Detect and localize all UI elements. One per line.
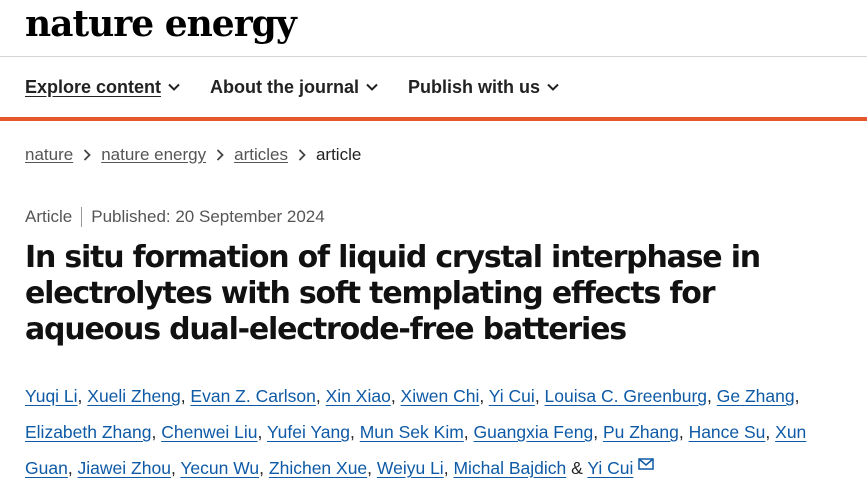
author-link[interactable]: Pu Zhang: [603, 422, 679, 442]
author-separator: ,: [390, 386, 401, 406]
author-separator: ,: [315, 386, 326, 406]
breadcrumb-articles[interactable]: articles: [234, 144, 288, 166]
author-link[interactable]: Elizabeth Zhang: [25, 422, 151, 442]
author-link[interactable]: Zhichen Xue: [269, 458, 367, 478]
author-link[interactable]: Louisa C. Greenburg: [545, 386, 707, 406]
author-separator: ,: [77, 386, 88, 406]
article-type: Article: [25, 207, 73, 226]
author-separator: ,: [67, 458, 78, 478]
author-separator: ,: [479, 386, 489, 406]
author-link[interactable]: Yecun Wu: [180, 458, 259, 478]
author-separator: ,: [678, 422, 689, 442]
author-separator: ,: [463, 422, 474, 442]
breadcrumb-current: article: [315, 145, 362, 164]
author-separator: ,: [259, 458, 269, 478]
site-header: nature energy Explore content About the …: [0, 0, 867, 121]
author-list: Yuqi Li, Xueli Zheng, Evan Z. Carlson, X…: [25, 378, 855, 486]
author-link[interactable]: Hance Su: [689, 422, 766, 442]
published-date: Published: 20 September 2024: [91, 207, 325, 226]
author-link[interactable]: Xin Xiao: [326, 386, 391, 406]
meta-divider: [81, 207, 83, 227]
chevron-right-icon: [298, 149, 306, 161]
author-link[interactable]: Michal Bajdich: [453, 458, 566, 478]
nav-publish-with-us[interactable]: Publish with us: [408, 74, 559, 100]
accent-bar: [0, 117, 867, 121]
breadcrumb-nature-energy[interactable]: nature energy: [101, 144, 206, 166]
author-separator: ,: [534, 386, 545, 406]
author-link[interactable]: Xueli Zheng: [87, 386, 180, 406]
header-divider: [0, 56, 867, 57]
author-separator: ,: [350, 422, 360, 442]
chevron-down-icon: [168, 83, 180, 91]
author-link[interactable]: Xiwen Chi: [401, 386, 480, 406]
nav-label: Publish with us: [408, 77, 541, 97]
chevron-down-icon: [547, 83, 559, 91]
nav-label: About the journal: [210, 77, 360, 97]
author-link[interactable]: Yi Cui: [489, 386, 535, 406]
chevron-right-icon: [216, 149, 224, 161]
author-separator: ,: [707, 386, 717, 406]
journal-logo[interactable]: nature energy: [25, 2, 297, 46]
article-title: In situ formation of liquid crystal inte…: [25, 240, 761, 347]
chevron-down-icon: [366, 83, 378, 91]
chevron-right-icon: [84, 149, 91, 161]
author-separator: ,: [367, 458, 377, 478]
author-separator: ,: [794, 386, 800, 406]
author-separator: ,: [765, 422, 776, 442]
author-link[interactable]: Evan Z. Carlson: [190, 386, 315, 406]
author-link[interactable]: Yuqi Li: [25, 386, 78, 406]
author-separator: ,: [593, 422, 603, 442]
mail-icon[interactable]: [638, 458, 655, 470]
author-link[interactable]: Yufei Yang: [267, 422, 350, 442]
author-link[interactable]: Mun Sek Kim: [360, 422, 464, 442]
author-separator: ,: [151, 422, 162, 442]
author-joiner: &: [566, 458, 588, 478]
author-separator: ,: [170, 458, 181, 478]
author-link[interactable]: Yi Cui: [587, 458, 633, 478]
author-separator: ,: [257, 422, 267, 442]
main-nav: Explore content About the journal Publis…: [25, 74, 589, 100]
author-link[interactable]: Chenwei Liu: [161, 422, 257, 442]
nav-label: Explore content: [25, 77, 162, 97]
nav-explore-content[interactable]: Explore content: [25, 74, 180, 100]
author-link[interactable]: Jiawei Zhou: [78, 458, 171, 478]
breadcrumb: nature nature energy articles article: [25, 144, 361, 166]
article-meta: Article Published: 20 September 2024: [25, 206, 325, 228]
nav-about-journal[interactable]: About the journal: [210, 74, 378, 100]
breadcrumb-nature[interactable]: nature: [25, 144, 73, 166]
author-link[interactable]: Weiyu Li: [377, 458, 444, 478]
author-separator: ,: [180, 386, 191, 406]
author-link[interactable]: Guangxia Feng: [474, 422, 594, 442]
author-separator: ,: [443, 458, 454, 478]
author-link[interactable]: Ge Zhang: [717, 386, 795, 406]
